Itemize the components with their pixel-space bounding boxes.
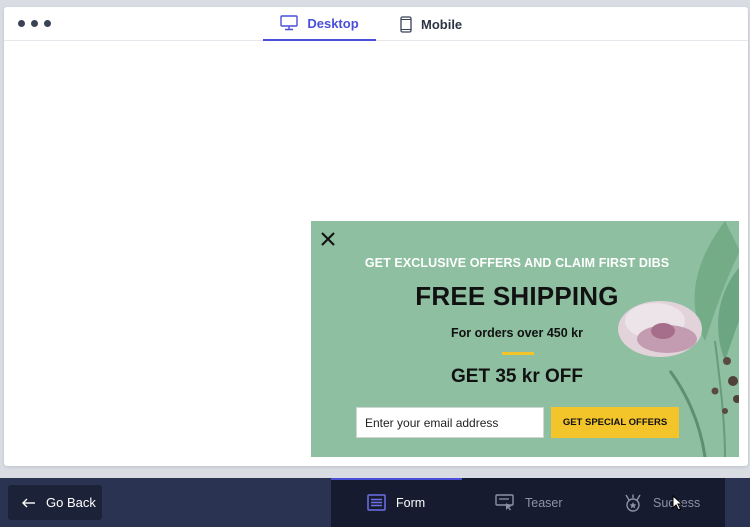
email-field[interactable] [356, 407, 544, 438]
popup-form: GET EXCLUSIVE OFFERS AND CLAIM FIRST DIB… [311, 221, 739, 457]
form-icon [367, 494, 386, 511]
bottom-bar: Go Back Form Teaser [0, 478, 750, 527]
teaser-icon [495, 494, 514, 511]
go-back-label: Go Back [46, 495, 96, 510]
step-form[interactable]: Form [367, 478, 425, 527]
step-tabs: Form Teaser Success [331, 478, 725, 527]
preview-topbar: Desktop Mobile [4, 7, 748, 41]
tab-desktop-label: Desktop [307, 15, 359, 31]
popup-subheadline: For orders over 450 kr [450, 326, 583, 340]
more-options-icon[interactable] [18, 20, 51, 27]
popup-offer: GET 35 kr OFF [451, 366, 583, 387]
popup-eyebrow: GET EXCLUSIVE OFFERS AND CLAIM FIRST DIB… [364, 256, 670, 270]
mobile-icon [400, 15, 412, 33]
close-icon[interactable] [320, 231, 336, 247]
preview-window: Desktop Mobile GET EXCLUSIVE OFFERS AND … [4, 7, 748, 466]
arrow-left-icon [22, 498, 35, 507]
tab-desktop[interactable]: Desktop [263, 7, 376, 41]
mouse-cursor-icon [672, 495, 684, 511]
tab-mobile[interactable]: Mobile [400, 7, 462, 41]
tab-mobile-label: Mobile [421, 16, 463, 32]
popup-headline: FREE SHIPPING [415, 281, 619, 311]
step-teaser-label: Teaser [525, 495, 563, 510]
popup-divider [502, 352, 534, 355]
go-back-button[interactable]: Go Back [8, 485, 102, 520]
success-icon [625, 494, 641, 512]
step-success[interactable]: Success [623, 478, 700, 527]
get-special-offers-button[interactable]: GET SPECIAL OFFERS [551, 407, 679, 438]
step-form-label: Form [396, 495, 426, 510]
step-teaser[interactable]: Teaser [495, 478, 563, 527]
desktop-icon [280, 15, 299, 31]
